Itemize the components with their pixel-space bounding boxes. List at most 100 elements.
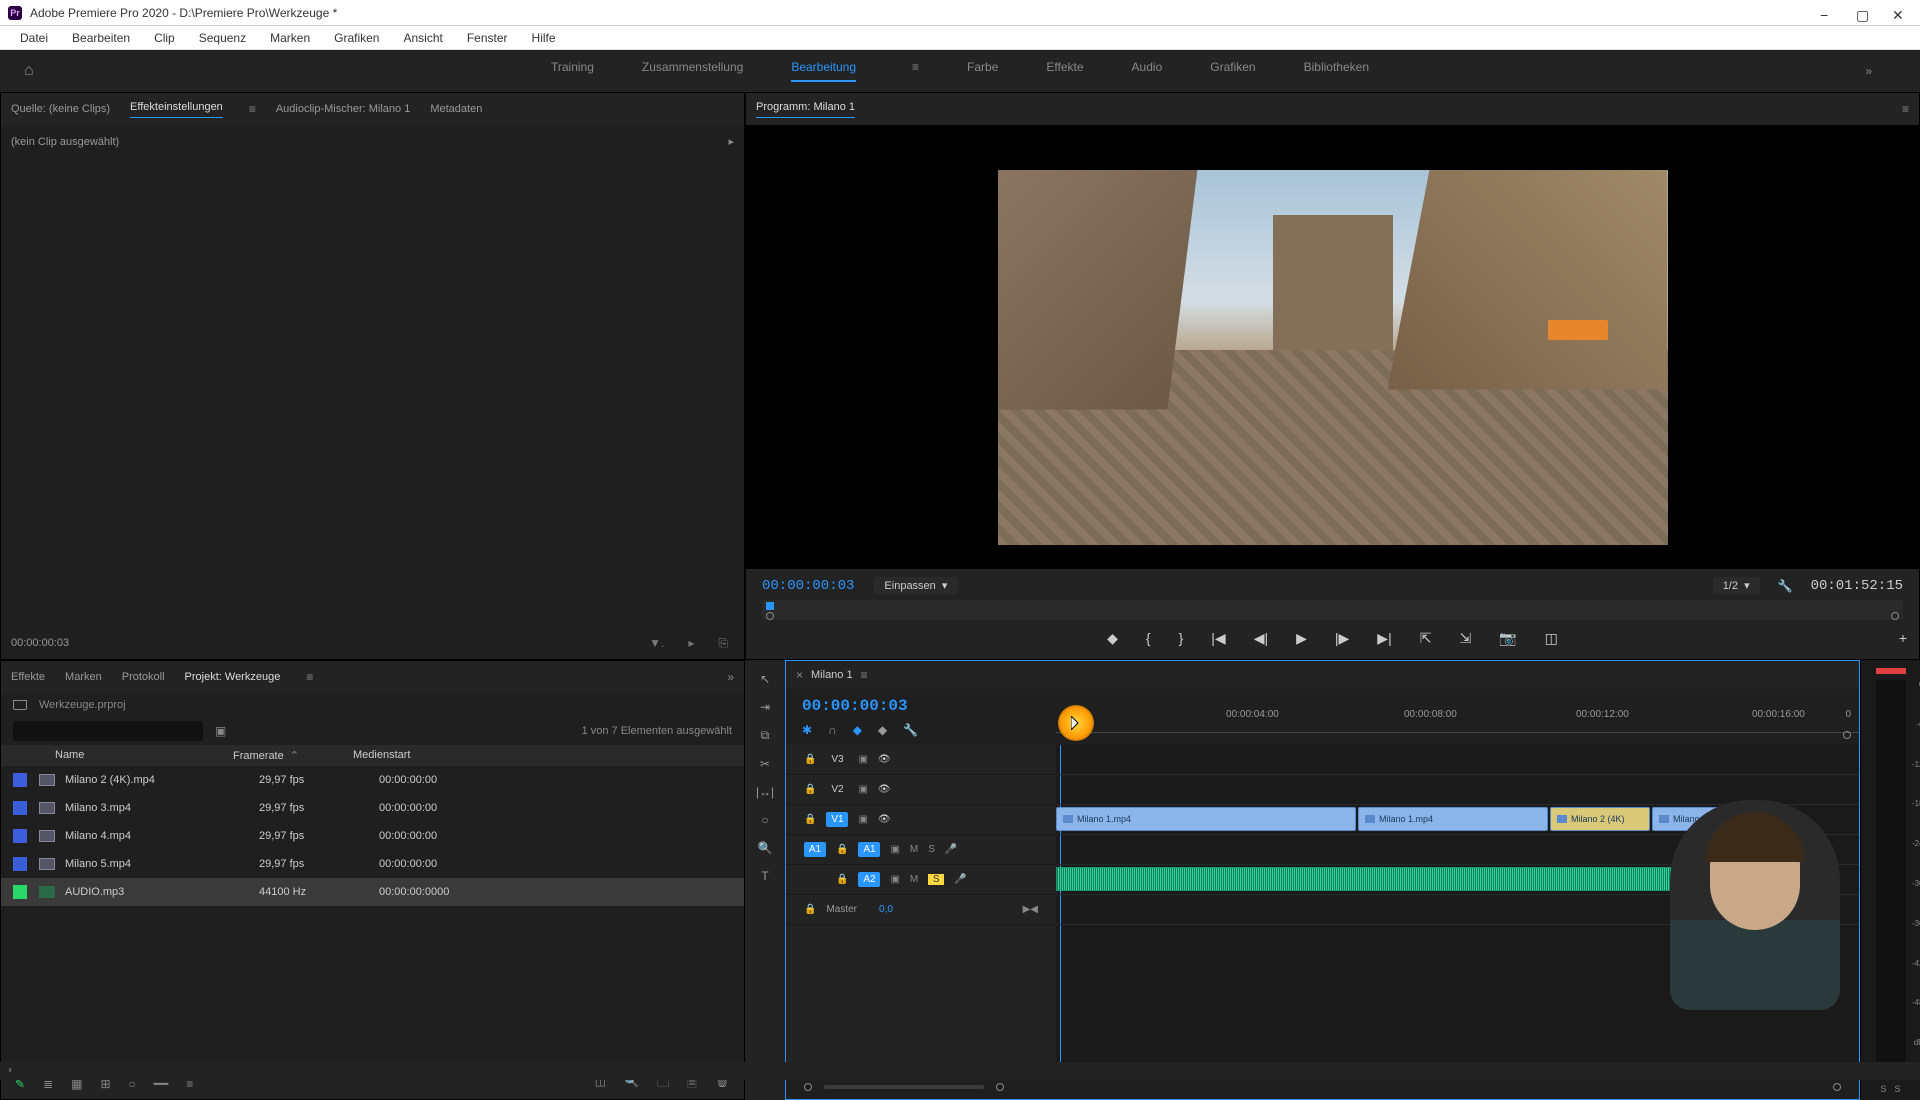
lock-icon[interactable]: 🔒	[804, 754, 816, 765]
project-row[interactable]: Milano 5.mp429,97 fps00:00:00:00	[1, 850, 744, 878]
eye-icon[interactable]: 👁	[878, 754, 891, 765]
peak-indicator[interactable]	[1876, 668, 1906, 674]
workspace-tab[interactable]: Training	[551, 60, 594, 82]
lock-icon[interactable]: 🔒	[804, 784, 816, 795]
resolution-dropdown[interactable]: 1/2 ▾	[1713, 577, 1760, 594]
lane-v3[interactable]	[1056, 745, 1859, 775]
lock-icon[interactable]: 🔒	[804, 814, 816, 825]
source-tab[interactable]: Metadaten	[430, 103, 482, 115]
close-button[interactable]: ✕	[1892, 7, 1904, 19]
program-tab[interactable]: Programm: Milano 1	[756, 101, 855, 118]
eye-icon[interactable]: 👁	[878, 784, 891, 795]
menu-clip[interactable]: Clip	[142, 31, 187, 45]
track-label[interactable]: V2	[826, 782, 848, 797]
zoom-handle-left[interactable]	[804, 1083, 812, 1091]
lift-icon[interactable]: ⇱	[1420, 630, 1432, 647]
col-name[interactable]: Name	[13, 749, 233, 762]
zoom-handle-right[interactable]	[1891, 612, 1899, 620]
project-row[interactable]: AUDIO.mp344100 Hz00:00:00:0000	[1, 878, 744, 906]
maximize-button[interactable]: ▢	[1856, 7, 1868, 19]
workspace-tab[interactable]: Effekte	[1046, 60, 1083, 82]
source-tab[interactable]: Quelle: (keine Clips)	[11, 103, 110, 115]
track-a2[interactable]: 🔒 A2 ▣ M S 🎤	[786, 865, 1056, 895]
slip-tool-icon[interactable]: |↔|	[756, 785, 774, 799]
ripple-tool-icon[interactable]: ⧉	[761, 728, 770, 743]
source-tab-menu-icon[interactable]: ≡	[249, 102, 256, 116]
add-marker-icon[interactable]: ◆	[1107, 630, 1118, 647]
go-to-out-icon[interactable]: ▶|	[1377, 630, 1391, 647]
step-forward-icon[interactable]: |▶	[1335, 630, 1349, 647]
program-scrubbar[interactable]	[762, 600, 1903, 620]
track-label[interactable]: A2	[858, 872, 880, 887]
col-mediastart[interactable]: Medienstart	[353, 749, 493, 762]
master-value[interactable]: 0,0	[879, 904, 893, 915]
zoom-handle-left[interactable]	[766, 612, 774, 620]
search-input[interactable]	[13, 721, 203, 741]
workspace-tab-menu-icon[interactable]: ≡	[912, 60, 919, 82]
scroll-bar[interactable]	[824, 1085, 984, 1089]
timeline-timecode[interactable]: 00:00:00:03	[802, 697, 1040, 715]
hand-tool-icon[interactable]: 🔍	[758, 841, 773, 855]
project-row[interactable]: Milano 4.mp429,97 fps00:00:00:00	[1, 822, 744, 850]
add-marker-tl-icon[interactable]: ◆	[853, 723, 862, 737]
sync-lock-icon[interactable]: ▣	[858, 784, 867, 795]
zoom-handle-mid[interactable]	[996, 1083, 1004, 1091]
go-to-in-icon[interactable]: |◀	[1211, 630, 1225, 647]
comparison-icon[interactable]: ◫	[1545, 630, 1558, 647]
solo-right[interactable]: S	[1895, 1084, 1901, 1094]
track-select-tool-icon[interactable]: ⇥	[760, 700, 770, 714]
timeline-clip[interactable]: Milano 1.mp4	[1056, 807, 1356, 831]
bin-icon[interactable]	[13, 700, 27, 710]
linked-selection-icon[interactable]: ∩	[828, 723, 837, 737]
solo-left[interactable]: S	[1880, 1084, 1886, 1094]
eye-icon[interactable]: 👁	[878, 814, 891, 825]
project-tab-menu-icon[interactable]: ≡	[306, 670, 313, 684]
project-tab[interactable]: Protokoll	[122, 671, 165, 683]
expand-icon[interactable]: ▸	[728, 135, 734, 148]
close-sequence-icon[interactable]: ×	[796, 668, 803, 682]
collapse-icon[interactable]: ▶◀	[1023, 904, 1038, 915]
settings-wrench-icon[interactable]: 🔧	[1778, 579, 1793, 593]
menu-marken[interactable]: Marken	[258, 31, 322, 45]
razor-tool-icon[interactable]: ✂	[760, 757, 770, 771]
project-tab[interactable]: Effekte	[11, 671, 45, 683]
track-master[interactable]: 🔒 Master 0,0 ▶◀	[786, 895, 1056, 925]
workspace-tab[interactable]: Grafiken	[1210, 60, 1255, 82]
pen-tool-icon[interactable]: ○	[761, 813, 768, 827]
sync-lock-icon[interactable]: ▣	[890, 874, 899, 885]
playhead-marker[interactable]	[766, 602, 774, 610]
track-a1[interactable]: A1 🔒 A1 ▣ M S 🎤	[786, 835, 1056, 865]
program-tab-menu-icon[interactable]: ≡	[1902, 102, 1909, 116]
track-label[interactable]: V1	[826, 812, 848, 827]
timeline-clip[interactable]: Milano 2 (4K)	[1550, 807, 1650, 831]
fit-dropdown[interactable]: Einpassen ▾	[874, 577, 957, 594]
solo-button-active[interactable]: S	[928, 874, 944, 885]
solo-button[interactable]: S	[928, 844, 935, 855]
voiceover-icon[interactable]: 🎤	[945, 844, 957, 855]
track-label[interactable]: A1	[858, 842, 880, 857]
menu-hilfe[interactable]: Hilfe	[520, 31, 568, 45]
track-label[interactable]: V3	[826, 752, 848, 767]
project-row[interactable]: Milano 2 (4K).mp429,97 fps00:00:00:00	[1, 766, 744, 794]
type-tool-icon[interactable]: T	[761, 869, 768, 883]
project-tab[interactable]: Marken	[65, 671, 102, 683]
lock-icon[interactable]: 🔒	[836, 844, 848, 855]
extract-icon[interactable]: ⇲	[1459, 630, 1471, 647]
timeline-ruler[interactable]: 00:00:04:00 00:00:08:00 00:00:12:00 00:0…	[1056, 689, 1859, 745]
workspace-tab[interactable]: Zusammenstellung	[642, 60, 743, 82]
source-tab[interactable]: Effekteinstellungen	[130, 101, 223, 118]
overwrite-icon[interactable]: ⎘	[718, 636, 728, 651]
insert-icon[interactable]: ▸	[688, 636, 694, 651]
sync-lock-icon[interactable]: ▣	[890, 844, 899, 855]
button-editor-icon[interactable]: +	[1899, 630, 1907, 646]
voiceover-icon[interactable]: 🎤	[954, 874, 966, 885]
project-row[interactable]: Milano 3.mp429,97 fps00:00:00:00	[1, 794, 744, 822]
timeline-clip[interactable]: Milano 1.mp4	[1358, 807, 1548, 831]
zoom-handle[interactable]	[1843, 731, 1851, 739]
step-back-icon[interactable]: ◀|	[1254, 630, 1268, 647]
zoom-handle-right[interactable]	[1833, 1083, 1841, 1091]
menu-fenster[interactable]: Fenster	[455, 31, 520, 45]
mute-button[interactable]: M	[910, 844, 918, 855]
track-v1[interactable]: 🔒 V1 ▣ 👁	[786, 805, 1056, 835]
sync-lock-icon[interactable]: ▣	[858, 754, 867, 765]
